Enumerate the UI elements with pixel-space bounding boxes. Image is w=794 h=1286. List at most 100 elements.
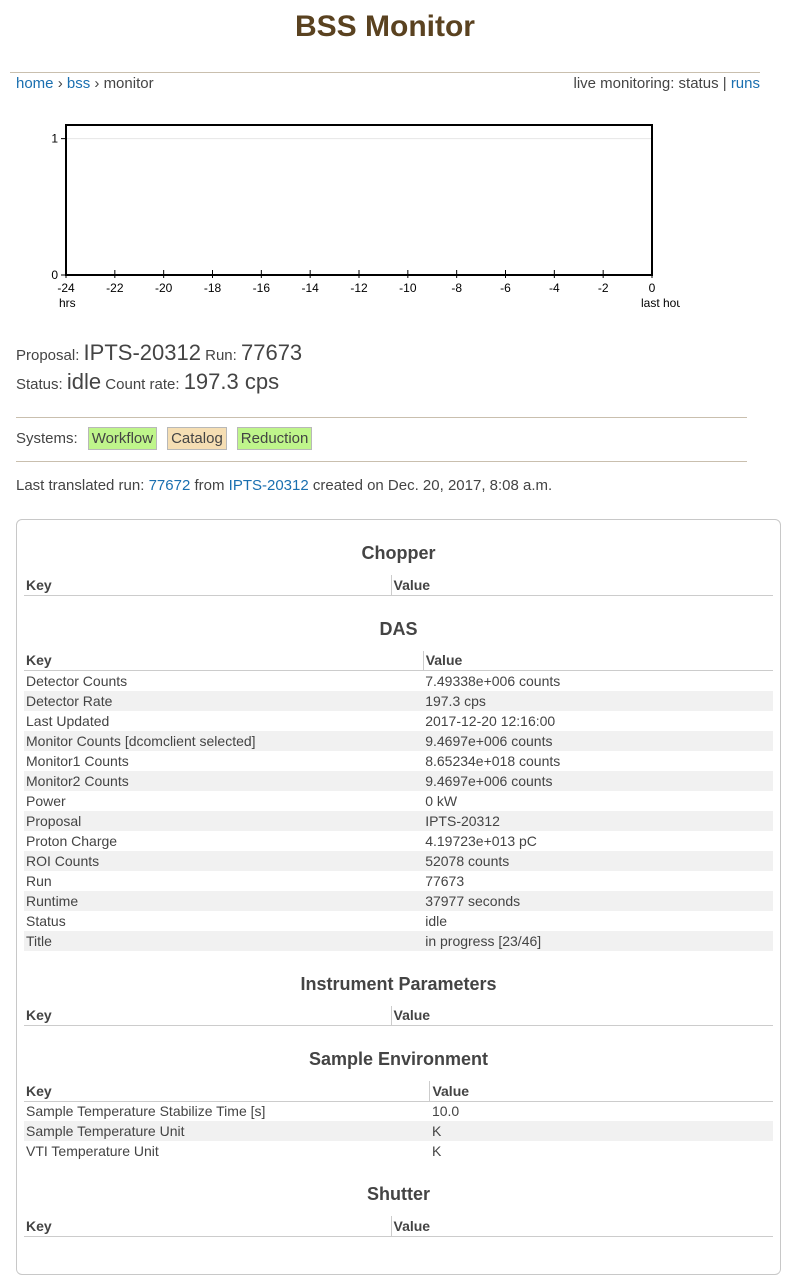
row-key: VTI Temperature Unit — [26, 1143, 159, 1159]
row-value: 37977 seconds — [423, 890, 773, 911]
section-table-instrument-parameters: Key Value — [24, 1005, 773, 1026]
chart-svg: 01-24 -22 -20 -18 -16 -14 -12 -10 -8 -6 -4 -2 0hrs la… — [51, 124, 680, 310]
row-key: ROI Counts — [24, 850, 424, 871]
x-tick-label: -14 — [301, 281, 319, 295]
table-row: Sample Temperature Unit K — [24, 1121, 773, 1141]
row-key: Power — [26, 792, 66, 809]
section-title-chopper: Chopper — [361, 543, 436, 563]
run-label: Run: — [205, 347, 237, 364]
proposal-value: IPTS-20312 — [83, 340, 201, 365]
breadcrumb-separator: › — [57, 75, 63, 92]
table-header-row: Key Value — [24, 575, 773, 596]
row-key: Proposal — [24, 810, 424, 831]
row-value: 197.3 cps — [423, 690, 773, 711]
x-tick-label: -2 — [598, 281, 609, 295]
page-title: BSS Monitor — [295, 10, 475, 43]
row-key: Title — [24, 930, 424, 951]
section-title-das: DAS — [379, 618, 418, 639]
table-header-row: Key Value — [24, 1005, 773, 1026]
x-axis-right-label: last hour — [641, 296, 680, 310]
header-divider — [10, 72, 760, 73]
breadcrumb-current: monitor — [103, 75, 154, 92]
key-column-header: Key — [24, 650, 424, 671]
key-column-header: Key — [24, 1005, 391, 1026]
systems-label: Systems: — [16, 430, 78, 447]
row-value: 52078 counts — [423, 850, 773, 871]
section-title-shutter: Shutter — [367, 1184, 430, 1204]
row-value: 4.19723e+013 pC — [425, 832, 537, 849]
value-column-header: Value — [390, 575, 773, 596]
run-info: Proposal: IPTS-20312 Run: 77673 Status: … — [16, 340, 302, 398]
table-row: Monitor Counts [dcomclient selected] 9.46… — [24, 730, 773, 751]
row-value: 0 kW — [425, 792, 458, 809]
x-tick-label: -4 — [549, 281, 560, 295]
x-tick-label: -24 — [57, 281, 75, 295]
table-row: Sample Temperature Stabilize Time [s] 10.… — [24, 1101, 773, 1121]
x-tick-label: -18 — [204, 281, 222, 295]
row-key: Detector Rate — [24, 690, 424, 711]
count-rate-chart: 0 1 -24 -22 -20 -18 -16 -14 -12 -10 -8 -6 -4 -2 0 hrs la… — [30, 118, 680, 318]
system-badge-catalog[interactable]: Catalog — [167, 427, 227, 450]
table-row: Detector Counts 7.49338e+006 counts — [24, 671, 773, 691]
row-value: K — [431, 1143, 442, 1159]
table-row: Title in progress [23/46] — [24, 930, 773, 951]
systems-bar: Systems: Workflow Catalog Reduction — [16, 427, 313, 450]
last-run-link[interactable]: 77672 — [149, 477, 191, 494]
row-value: IPTS-20312 — [423, 810, 773, 831]
table-row: Power 0 kW — [24, 791, 773, 811]
system-badge-reduction[interactable]: Reduction — [236, 427, 313, 450]
section-table-das: Key Value Detector Counts 7.49338e+006 coun… — [24, 650, 773, 951]
x-axis-left-label: hrs — [59, 296, 76, 310]
x-tick-label: -8 — [451, 281, 462, 295]
section-title-sample-environment: Sample Environment — [308, 1049, 489, 1069]
value-column-header: Value — [429, 1081, 773, 1102]
last-run-from: from — [194, 477, 225, 494]
key-column-header: Key — [24, 575, 391, 596]
count-rate-label: Count rate: — [105, 376, 180, 393]
breadcrumb-home-link[interactable]: home — [16, 75, 54, 92]
status-label: Status: — [16, 376, 63, 393]
row-value: 9.4697e+006 counts — [423, 730, 773, 751]
breadcrumb-bss-link[interactable]: bss — [67, 75, 90, 92]
x-tick-label: -22 — [106, 281, 124, 295]
row-key: Run — [26, 872, 52, 889]
table-row: Detector Rate 197.3 cps — [24, 690, 773, 711]
run-info-line-2: Status: idle Count rate: 197.3 cps — [16, 369, 302, 398]
runs-link[interactable]: runs — [731, 75, 760, 92]
systems-bottom-divider — [16, 461, 747, 462]
row-value: 9.4697e+006 counts — [423, 770, 773, 791]
row-key: Monitor1 Counts — [26, 752, 129, 769]
run-value: 77673 — [240, 340, 303, 365]
row-value: 10.0 — [431, 1103, 460, 1120]
x-tick-label: -12 — [350, 281, 368, 295]
table-header-row: Key Value — [24, 1216, 773, 1237]
pv-sections-panel: Chopper Key Value DAS Key Value Detector Count… — [16, 519, 781, 1275]
proposal-label: Proposal: — [16, 347, 80, 364]
row-key: Last Updated — [26, 712, 110, 729]
row-value: idle — [425, 912, 447, 929]
x-tick-label: -10 — [399, 281, 417, 295]
table-row: Runtime 37977 seconds — [24, 890, 773, 911]
systems-top-divider — [16, 417, 747, 418]
table-row: Proposal IPTS-20312 — [24, 810, 773, 831]
last-run-created: created on Dec. 20, 2017, 8:08 a.m. — [312, 477, 553, 494]
row-value: in progress [23/46] — [423, 930, 773, 951]
x-tick-label: -16 — [253, 281, 271, 295]
row-key: Detector Counts — [26, 672, 128, 689]
live-monitoring-links: live monitoring: status | runs — [574, 75, 761, 92]
last-run-prefix: Last translated run: — [16, 477, 145, 494]
value-column-header: Value — [390, 1216, 773, 1237]
last-run-proposal-link[interactable]: IPTS-20312 — [229, 477, 309, 494]
x-tick-label: 0 — [649, 281, 656, 295]
table-row: Monitor2 Counts 9.4697e+006 counts — [24, 770, 773, 791]
last-translated-run: Last translated run: 77672 from IPTS-203… — [16, 477, 552, 494]
table-header-row: Key Value — [24, 1081, 773, 1102]
system-badge-workflow[interactable]: Workflow — [87, 427, 158, 450]
value-column-header: Value — [422, 650, 773, 671]
row-key: Sample Temperature Stabilize Time [s] — [26, 1103, 266, 1120]
key-column-header: Key — [24, 1081, 430, 1102]
table-row: Monitor1 Counts 8.65234e+018 counts — [24, 751, 773, 771]
value-column-header: Value — [390, 1005, 773, 1026]
section-table-chopper: Key Value — [24, 575, 773, 596]
table-row: Proton Charge 4.19723e+013 pC — [24, 831, 773, 851]
